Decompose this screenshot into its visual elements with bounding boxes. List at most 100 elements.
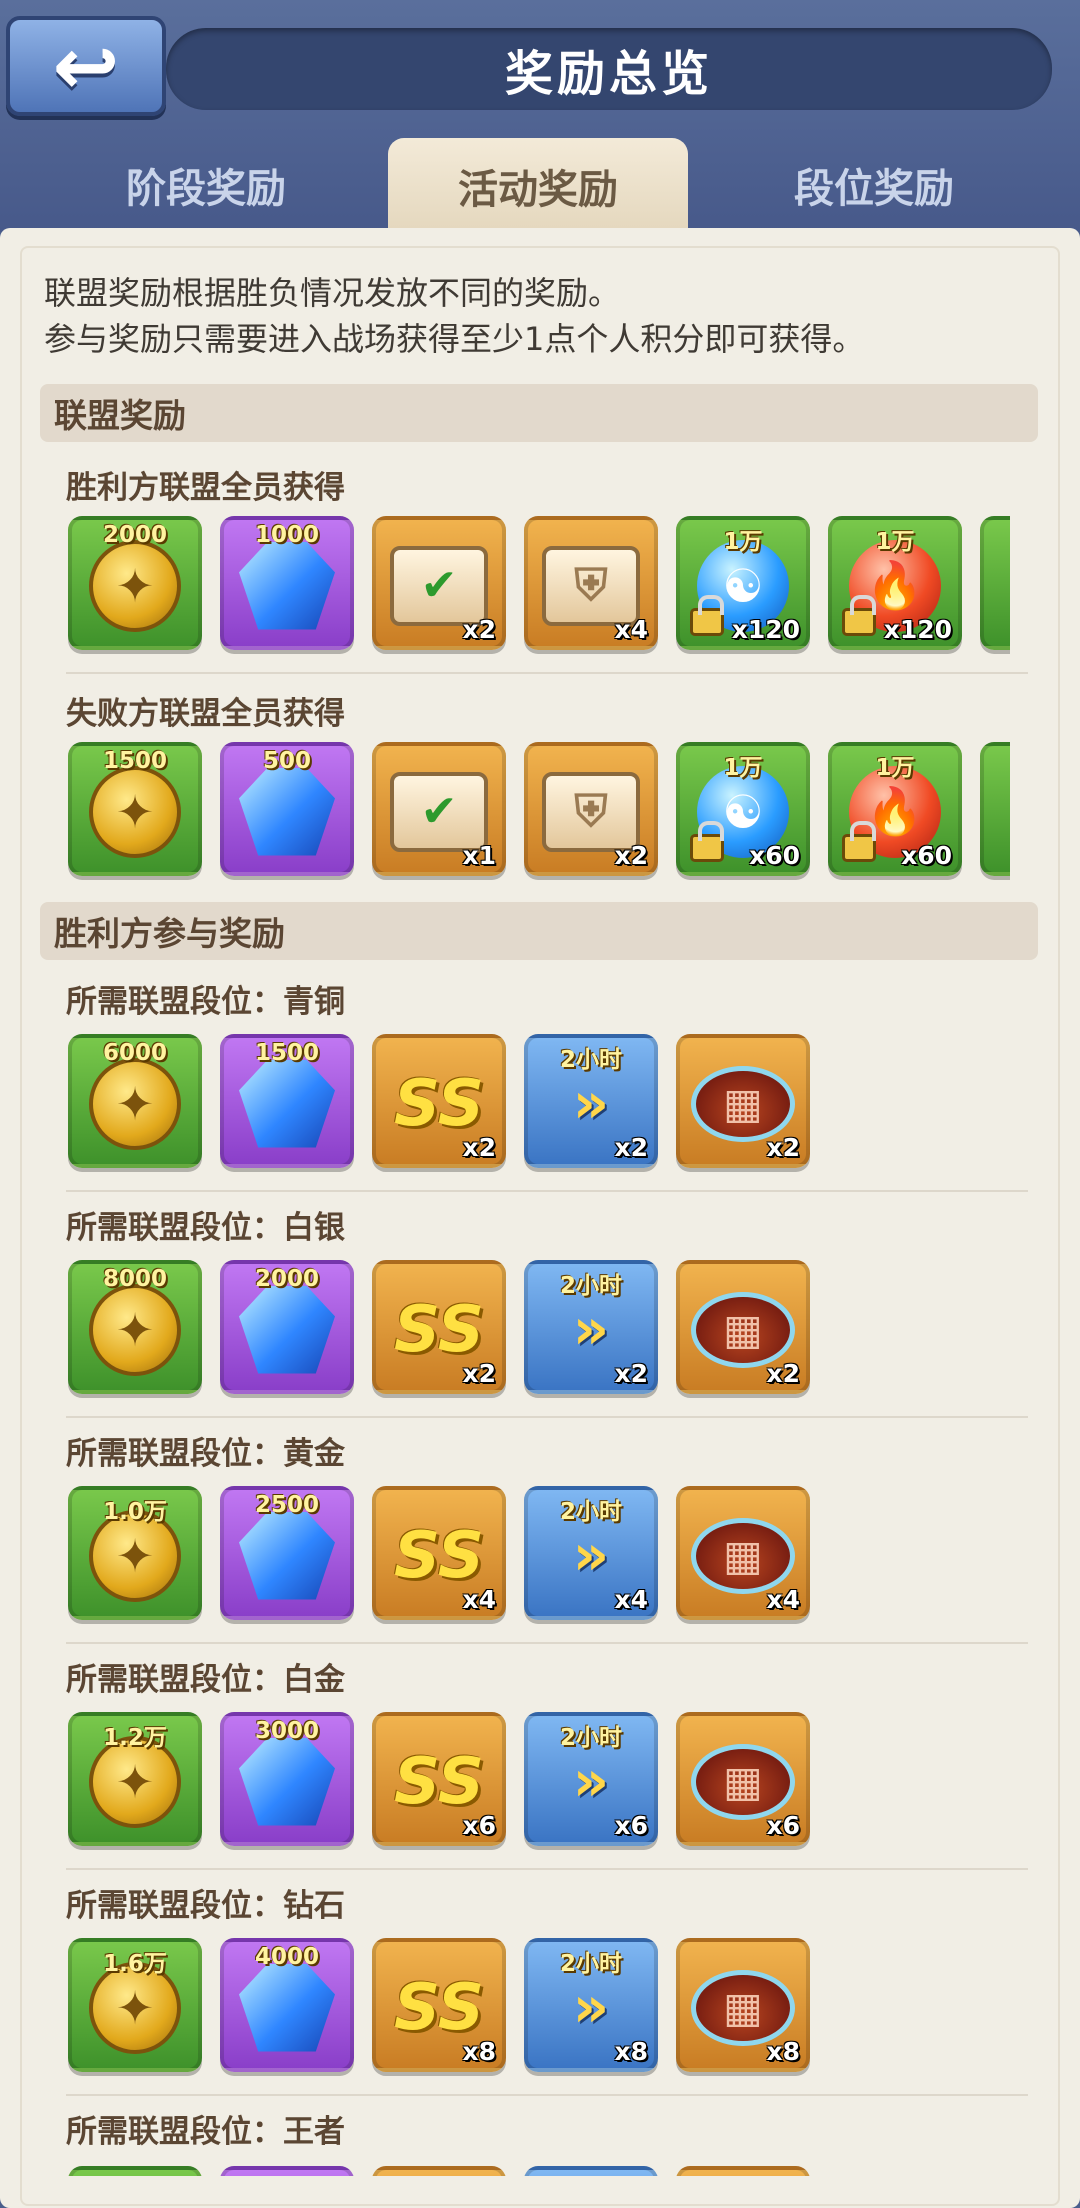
item-quantity: x2 (462, 1359, 496, 1388)
reward-item[interactable]: ▦ x6 (676, 1712, 810, 1846)
item-quantity: x2 (614, 1359, 648, 1388)
item-quantity: x120 (731, 615, 800, 644)
item-amount: 1万 (875, 755, 915, 781)
reward-item[interactable]: » 2小时 x2 (524, 1260, 658, 1394)
reward-item[interactable] (524, 2166, 658, 2176)
tier-reward-row[interactable]: ✦ 8000 2000 SS x2 » 2小时 x2 ▦ x2 (68, 1260, 1010, 1398)
meat-icon: ▦ (691, 1291, 795, 1368)
reward-item[interactable]: 500 (220, 742, 354, 876)
reward-item[interactable]: SS x2 (372, 1034, 506, 1168)
reward-item[interactable]: ✔ x1 (372, 742, 506, 876)
reward-item[interactable]: ✦ 1500 (68, 742, 202, 876)
lock-icon (842, 595, 876, 636)
item-amount: 3000 (254, 1718, 319, 1744)
item-quantity: x6 (614, 1811, 648, 1840)
reward-item[interactable]: ✦ 1.2万 (68, 1712, 202, 1846)
divider (66, 1642, 1028, 1644)
tier-label: 所需联盟段位：钻石 (66, 1888, 345, 1924)
section-header-participation: 胜利方参与奖励 (40, 902, 1038, 960)
reward-item[interactable]: » 2小时 x8 (524, 1938, 658, 2072)
reward-item[interactable] (676, 2166, 810, 2176)
item-quantity: x8 (462, 2037, 496, 2066)
gold-coin-icon: ✦ (89, 1283, 181, 1376)
reward-item[interactable]: SS x2 (372, 1260, 506, 1394)
item-amount: 2500 (254, 1492, 319, 1518)
reward-item[interactable]: ⛨ x4 (524, 516, 658, 650)
item-quantity: x6 (766, 1811, 800, 1840)
reward-item[interactable]: » 2小时 x2 (524, 1034, 658, 1168)
reward-item[interactable]: 🔥 1万 x60 (828, 742, 962, 876)
item-quantity: x4 (462, 1585, 496, 1614)
item-amount: 4000 (254, 1944, 319, 1970)
tab-stage-rewards[interactable]: 阶段奖励 (56, 138, 356, 232)
reward-item[interactable]: ☯ 1万 x60 (676, 742, 810, 876)
crystal-icon (239, 1511, 335, 1600)
reward-item[interactable]: 1000 (220, 516, 354, 650)
losers-reward-row[interactable]: ✦ 1500 500 ✔ x1 ⛨ x2 ☯ 1万 x60 🔥 1万 x60 (68, 742, 1010, 880)
reward-item[interactable]: ▦ x8 (676, 1938, 810, 2072)
item-quantity: x8 (614, 2037, 648, 2066)
reward-item[interactable] (372, 2166, 506, 2176)
tier-reward-row-partial[interactable] (68, 2166, 1010, 2176)
tier-label: 所需联盟段位：王者 (66, 2114, 345, 2150)
reward-item[interactable]: 4000 (220, 1938, 354, 2072)
crystal-icon (239, 1963, 335, 2052)
item-quantity: x6 (462, 1811, 496, 1840)
reward-item[interactable]: SS x4 (372, 1486, 506, 1620)
reward-item[interactable]: ✦ 2000 (68, 516, 202, 650)
item-quantity: x2 (462, 1133, 496, 1162)
reward-item[interactable] (68, 2166, 202, 2176)
reward-item[interactable]: SS x6 (372, 1712, 506, 1846)
back-arrow-icon: ↩ (52, 19, 120, 113)
winners-reward-row[interactable]: ✦ 2000 1000 ✔ x2 ⛨ x4 ☯ 1万 x120 🔥 1万 x12… (68, 516, 1010, 654)
reward-item[interactable]: 3000 (220, 1712, 354, 1846)
item-quantity: x2 (766, 1133, 800, 1162)
tier-reward-row[interactable]: ✦ 6000 1500 SS x2 » 2小时 x2 ▦ x2 (68, 1034, 1010, 1172)
reward-item[interactable]: ▦ x4 (676, 1486, 810, 1620)
reward-item[interactable]: ✦ 6000 (68, 1034, 202, 1168)
reward-item[interactable]: ▦ x2 (676, 1260, 810, 1394)
reward-item[interactable]: ☯ 1万 x120 (676, 516, 810, 650)
crystal-icon (239, 1059, 335, 1148)
gold-coin-icon: ✦ (89, 539, 181, 632)
reward-item[interactable]: » 2小时 x6 (524, 1712, 658, 1846)
tab-event-rewards[interactable]: 活动奖励 (388, 138, 688, 234)
reward-item[interactable]: ✦ 1.6万 (68, 1938, 202, 2072)
tier-label: 所需联盟段位：白金 (66, 1662, 345, 1698)
reward-item[interactable]: 2000 (220, 1260, 354, 1394)
item-quantity: x2 (462, 615, 496, 644)
reward-item[interactable]: ✦ 8000 (68, 1260, 202, 1394)
reward-item[interactable]: ▦ x2 (676, 1034, 810, 1168)
reward-item[interactable]: ✦ 1.0万 (68, 1486, 202, 1620)
intro-text: 联盟奖励根据胜负情况发放不同的奖励。 参与奖励只需要进入战场获得至少1点个人积分… (44, 270, 864, 362)
item-quantity: x2 (614, 1133, 648, 1162)
item-duration: 2小时 (559, 1725, 622, 1751)
divider (66, 1416, 1028, 1418)
item-quantity: x2 (614, 841, 648, 870)
item-amount: 1万 (723, 529, 763, 555)
item-amount: 1万 (723, 755, 763, 781)
reward-item-partial[interactable] (980, 742, 1010, 876)
back-button[interactable]: ↩ (6, 16, 166, 116)
tier-label: 所需联盟段位：青铜 (66, 984, 345, 1020)
reward-item[interactable]: 🔥 1万 x120 (828, 516, 962, 650)
helmet-scroll-icon: ⛨ (542, 545, 640, 626)
reward-item[interactable]: SS x8 (372, 1938, 506, 2072)
meat-icon: ▦ (691, 1969, 795, 2046)
divider (66, 2094, 1028, 2096)
reward-item[interactable]: 2500 (220, 1486, 354, 1620)
tier-reward-row[interactable]: ✦ 1.6万 4000 SS x8 » 2小时 x8 ▦ x8 (68, 1938, 1010, 2076)
tab-rank-rewards[interactable]: 段位奖励 (724, 138, 1024, 232)
item-amount: 1万 (875, 529, 915, 555)
tier-reward-row[interactable]: ✦ 1.2万 3000 SS x6 » 2小时 x6 ▦ x6 (68, 1712, 1010, 1850)
meat-icon: ▦ (691, 1743, 795, 1820)
item-quantity: x120 (883, 615, 952, 644)
reward-item-partial[interactable] (980, 516, 1010, 650)
tier-reward-row[interactable]: ✦ 1.0万 2500 SS x4 » 2小时 x4 ▦ x4 (68, 1486, 1010, 1624)
reward-item[interactable]: ⛨ x2 (524, 742, 658, 876)
reward-item[interactable] (220, 2166, 354, 2176)
reward-item[interactable]: ✔ x2 (372, 516, 506, 650)
item-amount: 2000 (102, 522, 167, 548)
reward-item[interactable]: » 2小时 x4 (524, 1486, 658, 1620)
reward-item[interactable]: 1500 (220, 1034, 354, 1168)
